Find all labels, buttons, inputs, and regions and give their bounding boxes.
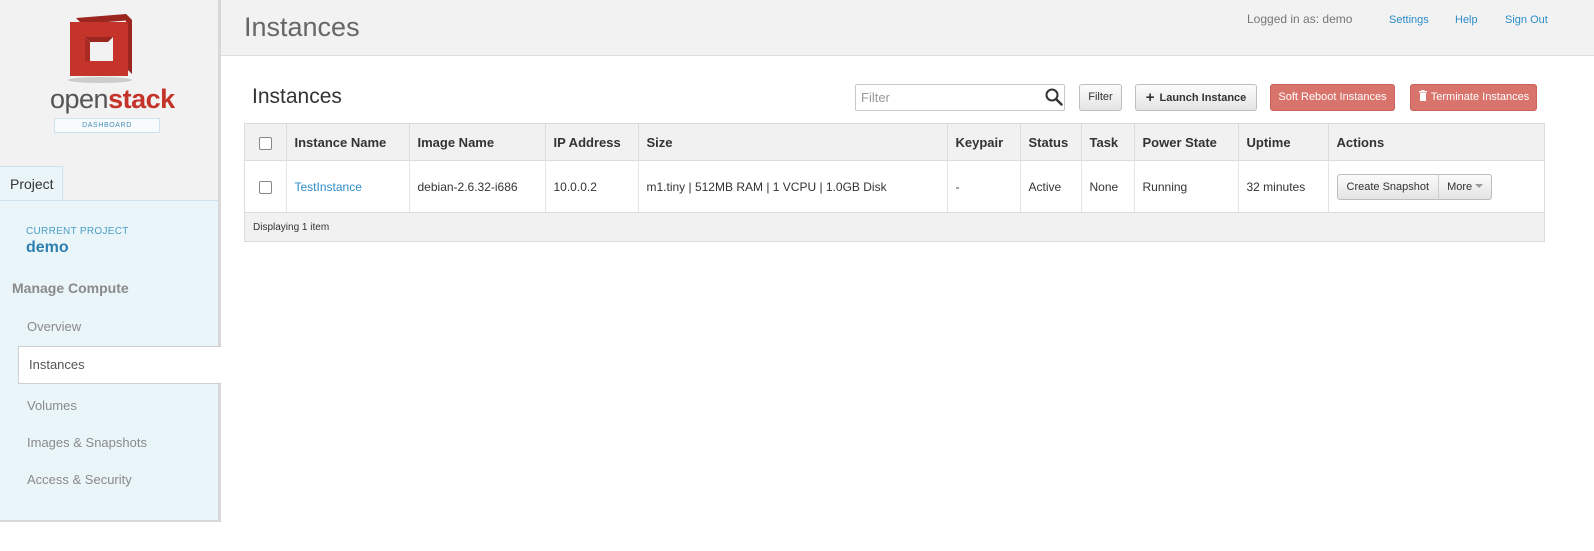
logo-wordmark: openstack xyxy=(50,84,175,115)
image-name-cell: debian-2.6.32-i686 xyxy=(409,160,546,213)
column-header: Actions xyxy=(1328,124,1544,161)
power-state-cell: Running xyxy=(1134,160,1239,213)
launch-instance-label: Launch Instance xyxy=(1159,92,1247,104)
soft-reboot-button[interactable]: Soft Reboot Instances xyxy=(1270,84,1395,111)
more-label: More xyxy=(1447,180,1473,193)
logo-word-stack: stack xyxy=(108,84,175,114)
actions-cell: Create Snapshot More xyxy=(1328,160,1544,213)
page-title: Instances xyxy=(244,12,360,42)
filter-input[interactable] xyxy=(855,84,1065,111)
sidebar-item-images-snapshots[interactable]: Images & Snapshots xyxy=(27,435,147,450)
sign-out-link[interactable]: Sign Out xyxy=(1505,14,1548,26)
table-footer-row: Displaying 1 item xyxy=(245,212,1544,241)
help-link[interactable]: Help xyxy=(1455,14,1478,26)
search-icon[interactable] xyxy=(1045,88,1063,106)
tab-project[interactable]: Project xyxy=(0,166,63,200)
ip-address-cell: 10.0.0.2 xyxy=(545,160,639,213)
column-header[interactable]: Status xyxy=(1020,124,1082,161)
sidebar-panel: CURRENT PROJECT demo Manage Compute Over… xyxy=(0,200,221,520)
column-header[interactable]: Uptime xyxy=(1238,124,1329,161)
select-all-cell xyxy=(245,124,287,161)
plus-icon: + xyxy=(1145,89,1155,106)
section-title: Instances xyxy=(252,85,342,108)
sidebar-item-instances[interactable]: Instances xyxy=(18,346,221,384)
table-header-row: Instance Name Image Name IP Address Size… xyxy=(245,124,1544,161)
logo-subtitle: DASHBOARD xyxy=(54,118,160,133)
caret-down-icon xyxy=(1475,183,1484,188)
column-header[interactable]: Power State xyxy=(1134,124,1239,161)
column-header[interactable]: Instance Name xyxy=(286,124,410,161)
current-project-label: CURRENT PROJECT xyxy=(26,226,129,237)
row-select-cell xyxy=(245,160,287,213)
column-header[interactable]: IP Address xyxy=(545,124,639,161)
create-snapshot-button[interactable]: Create Snapshot xyxy=(1336,173,1440,200)
column-header[interactable]: Size xyxy=(638,124,948,161)
terminate-label: Terminate Instances xyxy=(1430,91,1530,103)
status-cell: Active xyxy=(1020,160,1082,213)
select-all-checkbox[interactable] xyxy=(258,136,272,150)
column-header[interactable]: Image Name xyxy=(409,124,546,161)
uptime-cell: 32 minutes xyxy=(1238,160,1329,213)
task-cell: None xyxy=(1081,160,1135,213)
sidebar-item-overview[interactable]: Overview xyxy=(27,319,81,334)
table-footer: Displaying 1 item xyxy=(245,212,1544,241)
terminate-instances-button[interactable]: Terminate Instances xyxy=(1410,84,1537,111)
table-row: TestInstance debian-2.6.32-i686 10.0.0.2… xyxy=(245,160,1544,213)
openstack-logo[interactable]: openstack DASHBOARD xyxy=(50,12,175,134)
instance-name-cell: TestInstance xyxy=(286,160,410,213)
launch-instance-button[interactable]: + Launch Instance xyxy=(1135,84,1257,111)
sidebar-item-volumes[interactable]: Volumes xyxy=(27,398,77,413)
sidebar-item-access-security[interactable]: Access & Security xyxy=(27,472,132,487)
row-checkbox[interactable] xyxy=(258,180,272,194)
size-cell: m1.tiny | 512MB RAM | 1 VCPU | 1.0GB Dis… xyxy=(638,160,948,213)
sidebar: openstack DASHBOARD Project CURRENT PROJ… xyxy=(0,0,221,522)
column-header[interactable]: Keypair xyxy=(947,124,1021,161)
current-project-name[interactable]: demo xyxy=(26,239,69,257)
instance-name-link[interactable]: TestInstance xyxy=(295,180,362,194)
instances-table: Instance Name Image Name IP Address Size… xyxy=(244,123,1545,242)
more-actions-button[interactable]: More xyxy=(1438,173,1493,200)
openstack-logo-icon xyxy=(68,14,132,83)
logged-in-text: Logged in as: demo xyxy=(1247,12,1353,26)
column-header[interactable]: Task xyxy=(1081,124,1135,161)
keypair-cell: - xyxy=(947,160,1021,213)
filter-button[interactable]: Filter xyxy=(1079,84,1122,111)
settings-link[interactable]: Settings xyxy=(1389,14,1429,26)
top-header: Instances Logged in as: demo Settings He… xyxy=(221,0,1594,56)
logo-word-open: open xyxy=(50,84,109,114)
trash-icon xyxy=(1418,90,1427,101)
manage-compute-heading: Manage Compute xyxy=(12,280,129,296)
